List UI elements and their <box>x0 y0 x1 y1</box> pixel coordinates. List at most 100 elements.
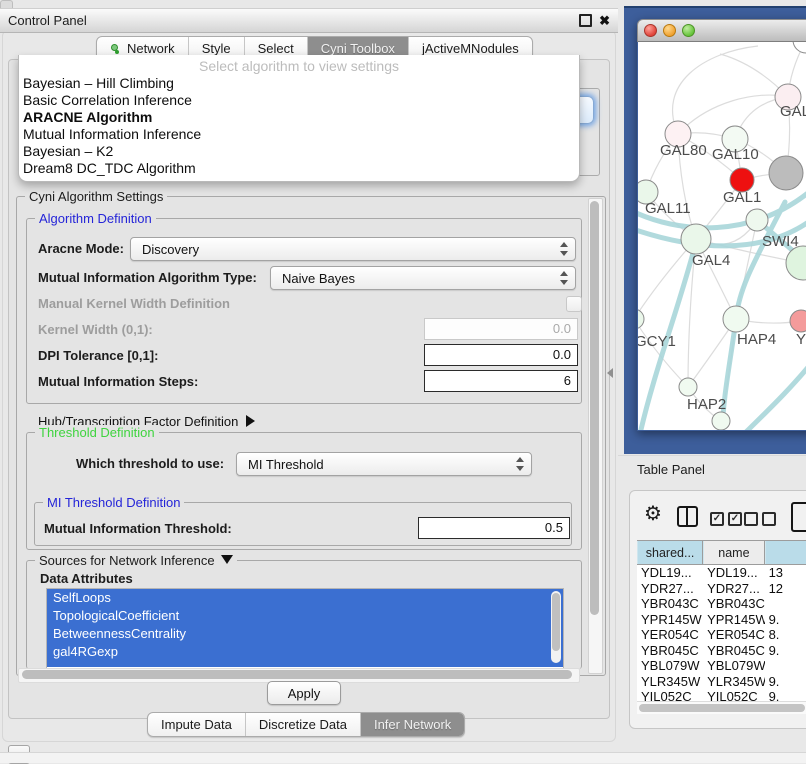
network-node[interactable] <box>746 209 768 231</box>
network-edges-teal <box>638 188 806 430</box>
network-node[interactable] <box>790 310 806 332</box>
mi-threshold-field[interactable]: 0.5 <box>418 517 570 539</box>
table-cell: 9. <box>765 674 806 690</box>
attribute-item-partial[interactable] <box>47 661 563 667</box>
table-cell: YDR27... <box>637 581 703 597</box>
tab-cyni-toolbox-label: Cyni Toolbox <box>321 41 395 56</box>
table-row[interactable]: YER054CYER054C8. <box>637 627 806 643</box>
tab-discretize-data[interactable]: Discretize Data <box>246 713 361 736</box>
algorithm-option[interactable]: Basic Correlation Inference <box>19 92 579 109</box>
network-window: GALGAL80GAL10GAL1GAL11GAL4SWI4HAP4YGCY1H… <box>637 19 806 431</box>
network-node[interactable] <box>712 412 730 430</box>
network-node[interactable] <box>679 378 697 396</box>
window-close-button[interactable] <box>644 24 657 37</box>
table-cell: YBR043C <box>637 596 703 612</box>
network-node[interactable] <box>793 42 806 53</box>
expand-right-icon <box>246 415 255 427</box>
attribute-item[interactable]: BetweennessCentrality <box>47 625 563 643</box>
status-footer <box>0 752 806 763</box>
algorithm-option[interactable]: Bayesian – K2 <box>19 143 579 160</box>
settings-box-title: Cyni Algorithm Settings <box>25 189 167 204</box>
network-canvas[interactable]: GALGAL80GAL10GAL1GAL11GAL4SWI4HAP4YGCY1H… <box>638 42 806 430</box>
attribute-item[interactable]: gal4RGexp <box>47 643 563 661</box>
mi-steps-field[interactable]: 6 <box>424 370 578 392</box>
table-cell <box>765 596 806 612</box>
network-node[interactable] <box>638 309 644 329</box>
tab-impute-data-label: Impute Data <box>161 717 232 732</box>
tab-infer-network[interactable]: Infer Network <box>361 713 464 736</box>
sources-title: Sources for Network Inference <box>39 553 215 568</box>
attribute-item[interactable]: TopologicalCoefficient <box>47 607 563 625</box>
gear-icon[interactable]: ⚙ <box>644 504 662 524</box>
network-node[interactable] <box>769 156 803 190</box>
table-row[interactable]: YBR045CYBR045C9. <box>637 643 806 659</box>
tab-style-label: Style <box>202 41 231 56</box>
threshold-definition-title: Threshold Definition <box>35 425 159 440</box>
aracne-mode-combobox[interactable]: Discovery <box>130 237 576 261</box>
dpi-tolerance-field[interactable]: 0.0 <box>424 344 578 366</box>
node-label: GAL10 <box>712 146 759 163</box>
manual-kernel-checkbox[interactable] <box>566 296 582 312</box>
algorithm-option[interactable]: Mutual Information Inference <box>19 126 579 143</box>
table-cell: YER054C <box>637 627 703 643</box>
table-cell: YBL079W <box>637 658 703 674</box>
tab-discretize-data-label: Discretize Data <box>259 717 347 732</box>
split-table-icon[interactable] <box>677 506 698 527</box>
settings-vertical-scrollbar[interactable] <box>588 198 603 674</box>
which-threshold-combobox[interactable]: MI Threshold <box>236 452 532 476</box>
table-cell: YBR043C <box>703 596 765 612</box>
table-cell: 9. <box>765 643 806 659</box>
data-attributes-list: SelfLoopsTopologicalCoefficientBetweenne… <box>46 588 564 670</box>
network-node[interactable] <box>786 246 806 280</box>
node-label: HAP4 <box>737 331 776 348</box>
kernel-width-label: Kernel Width (0,1): <box>38 322 153 337</box>
window-zoom-button[interactable] <box>682 24 695 37</box>
column-header[interactable] <box>765 541 806 564</box>
deselect-all-icon[interactable] <box>744 512 776 526</box>
kernel-width-field[interactable]: 0.0 <box>424 318 578 340</box>
algorithm-dropdown-popup: Select algorithm to view settings Bayesi… <box>18 55 580 182</box>
panel-splitter-arrow[interactable] <box>607 368 613 378</box>
which-threshold-label: Which threshold to use: <box>76 456 224 471</box>
table-cell: YER054C <box>703 627 765 643</box>
attribute-item[interactable]: SelfLoops <box>47 589 563 607</box>
table-row[interactable]: YDL19...YDL19...13 <box>637 565 806 581</box>
table-horizontal-scrollbar[interactable] <box>637 701 806 714</box>
table-row[interactable]: YLR345WYLR345W9. <box>637 674 806 690</box>
node-label: SWI4 <box>762 233 799 250</box>
table-cell: 8. <box>765 627 806 643</box>
tab-impute-data[interactable]: Impute Data <box>148 713 246 736</box>
table-header-row: shared...name <box>637 540 806 565</box>
node-label: GAL80 <box>660 142 707 159</box>
table-row[interactable]: YDR27...YDR27...12 <box>637 581 806 597</box>
mi-type-combobox[interactable]: Naive Bayes <box>270 266 576 290</box>
network-node[interactable] <box>723 306 749 332</box>
algorithm-option[interactable]: ARACNE Algorithm <box>19 109 579 126</box>
table-cell: YPR145W <box>703 612 765 628</box>
network-window-titlebar[interactable] <box>637 19 806 42</box>
select-all-icon[interactable]: ✓✓ <box>710 512 742 526</box>
close-panel-icon[interactable]: ✖ <box>599 16 610 26</box>
data-attributes-label: Data Attributes <box>40 571 133 586</box>
algorithm-option-list: Bayesian – Hill ClimbingBasic Correlatio… <box>19 75 579 177</box>
aracne-mode-value: Discovery <box>142 242 199 257</box>
table-cell <box>765 658 806 674</box>
apply-button[interactable]: Apply <box>267 681 341 705</box>
table-row[interactable]: YBL079WYBL079W <box>637 658 806 674</box>
column-header[interactable]: name <box>703 541 765 564</box>
network-node[interactable] <box>681 224 711 254</box>
table-row[interactable]: YPR145WYPR145W9. <box>637 612 806 628</box>
algorithm-option[interactable]: Bayesian – Hill Climbing <box>19 75 579 92</box>
node-label: GAL4 <box>692 252 730 269</box>
algorithm-option[interactable]: Dream8 DC_TDC Algorithm <box>19 160 579 177</box>
tab-infer-network-label: Infer Network <box>374 717 451 732</box>
node-label: GAL1 <box>723 189 761 206</box>
attribute-list-scrollbar[interactable] <box>551 591 561 663</box>
table-row[interactable]: YBR043CYBR043C <box>637 596 806 612</box>
page-icon[interactable] <box>791 502 806 532</box>
window-minimize-button[interactable] <box>663 24 676 37</box>
float-window-icon[interactable] <box>579 14 592 27</box>
column-header[interactable]: shared... <box>637 541 703 564</box>
sources-title-row[interactable]: Sources for Network Inference <box>35 553 237 568</box>
table-cell: YLR345W <box>637 674 703 690</box>
